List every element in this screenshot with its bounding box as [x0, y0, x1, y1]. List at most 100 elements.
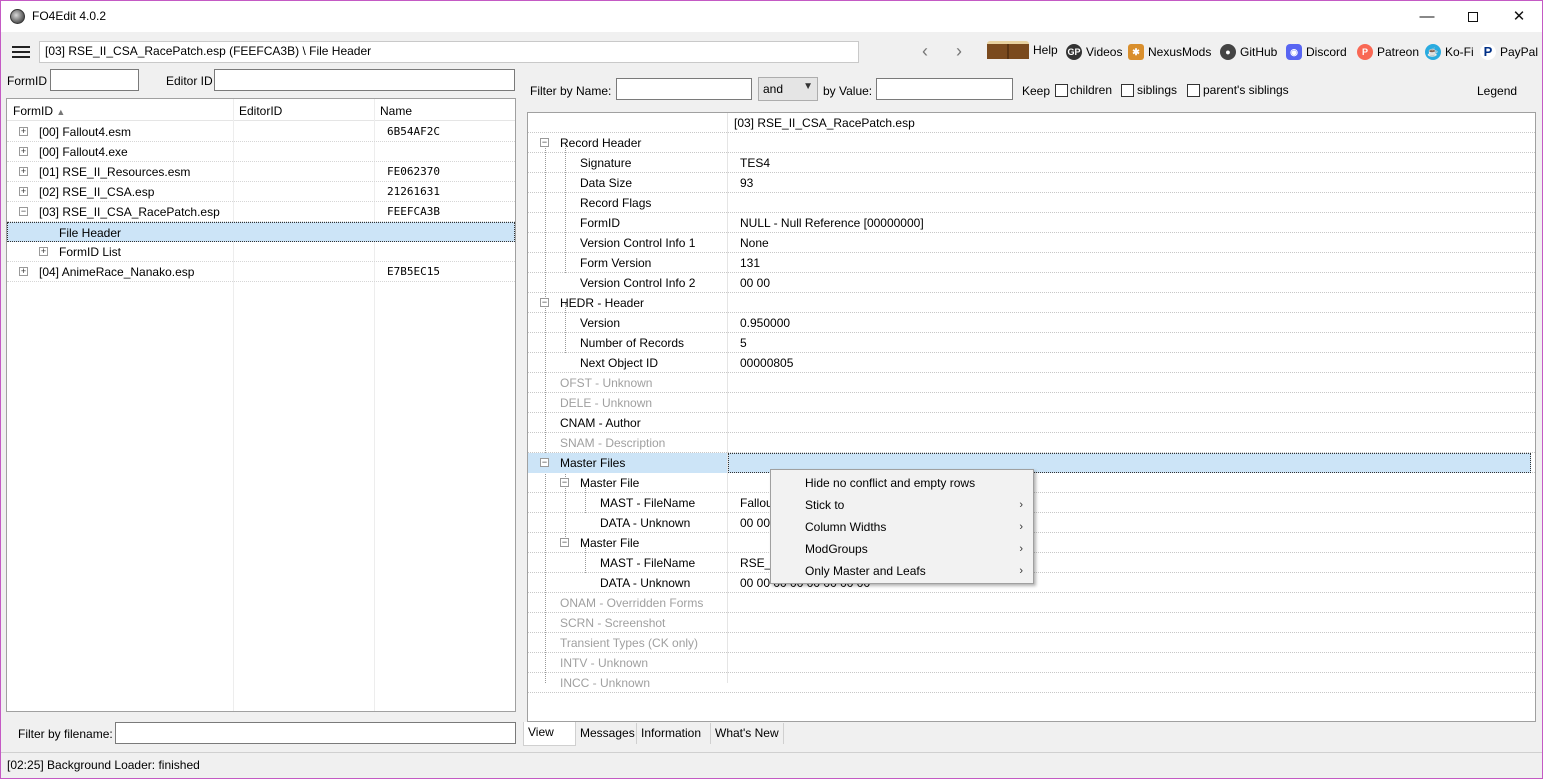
minimize-button[interactable]: —	[1404, 1, 1450, 32]
grid-row[interactable]: Form Version 131	[528, 253, 1535, 273]
menu-item-column-widths[interactable]: Column Widths ›	[771, 516, 1033, 538]
menu-item-stick-to[interactable]: Stick to ›	[771, 494, 1033, 516]
collapse-icon[interactable]: −	[540, 138, 549, 147]
close-button[interactable]: ✕	[1496, 1, 1542, 32]
nexusmods-icon: ✱	[1128, 44, 1144, 60]
column-editorid[interactable]: EditorID	[239, 104, 282, 118]
patreon-link[interactable]: P Patreon	[1357, 44, 1419, 60]
grid-row[interactable]: INCC - Unknown	[528, 673, 1535, 693]
legend-button[interactable]: Legend	[1477, 84, 1517, 98]
collapse-icon[interactable]: −	[540, 298, 549, 307]
grid-row[interactable]: Data Size 93	[528, 173, 1535, 193]
expand-icon[interactable]: +	[19, 167, 28, 176]
expand-icon[interactable]: +	[19, 187, 28, 196]
navigation-path[interactable]: [03] RSE_II_CSA_RacePatch.esp (FEEFCA3B)…	[39, 41, 859, 63]
grid-row[interactable]: Transient Types (CK only)	[528, 633, 1535, 653]
nexusmods-link[interactable]: ✱ NexusMods	[1128, 44, 1211, 60]
siblings-label: siblings	[1137, 83, 1178, 97]
grid-row[interactable]: − Record Header	[528, 133, 1535, 153]
grid-row[interactable]: ONAM - Overridden Forms	[528, 593, 1535, 613]
column-formid[interactable]: FormID ▲	[13, 104, 65, 118]
collapse-icon[interactable]: −	[560, 538, 569, 547]
grid-row[interactable]: INTV - Unknown	[528, 653, 1535, 673]
collapse-icon[interactable]: −	[540, 458, 549, 467]
formid-label: FormID	[7, 74, 47, 88]
grid-row[interactable]: DELE - Unknown	[528, 393, 1535, 413]
tab-view[interactable]: View	[523, 722, 576, 746]
videos-link[interactable]: GP Videos	[1066, 44, 1122, 60]
discord-icon: ◉	[1286, 44, 1302, 60]
tree-row-selected[interactable]: File Header	[7, 222, 515, 242]
tree-row[interactable]: + [00] Fallout4.esm 6B54AF2C	[7, 122, 515, 142]
filter-name-input[interactable]	[616, 78, 752, 100]
grid-row[interactable]: SCRN - Screenshot	[528, 613, 1535, 633]
github-link[interactable]: ● GitHub	[1220, 44, 1277, 60]
back-arrow-icon[interactable]: ‹	[922, 41, 928, 62]
grid-row[interactable]: Version Control Info 2 00 00	[528, 273, 1535, 293]
record-view-grid[interactable]: [03] RSE_II_CSA_RacePatch.esp − Record H…	[527, 112, 1536, 722]
tree-row[interactable]: + [01] RSE_II_Resources.esm FE062370	[7, 162, 515, 182]
formid-input[interactable]	[50, 69, 139, 91]
parents-siblings-checkbox[interactable]	[1187, 84, 1200, 97]
grid-row[interactable]: CNAM - Author	[528, 413, 1535, 433]
filter-value-input[interactable]	[876, 78, 1013, 100]
grid-row[interactable]: − HEDR - Header	[528, 293, 1535, 313]
grid-row[interactable]: Version 0.950000	[528, 313, 1535, 333]
maximize-icon	[1468, 12, 1478, 23]
editorid-label: Editor ID	[166, 74, 213, 88]
plugin-tree[interactable]: FormID ▲ EditorID Name + [00] Fallout4.e…	[6, 98, 516, 712]
window-title: FO4Edit 4.0.2	[32, 9, 107, 23]
grid-row[interactable]: Number of Records 5	[528, 333, 1535, 353]
grid-row[interactable]: Version Control Info 1 None	[528, 233, 1535, 253]
tree-row[interactable]: + [04] AnimeRace_Nanako.esp E7B5EC15	[7, 262, 515, 282]
grid-row[interactable]: SNAM - Description	[528, 433, 1535, 453]
menu-item-modgroups[interactable]: ModGroups ›	[771, 538, 1033, 560]
discord-link[interactable]: ◉ Discord	[1286, 44, 1347, 60]
kofi-link[interactable]: ☕ Ko-Fi	[1425, 44, 1474, 60]
column-header-plugin: [03] RSE_II_CSA_RacePatch.esp	[734, 116, 915, 130]
chevron-down-icon: ▼	[803, 81, 813, 92]
filter-operator-select[interactable]: and ▼	[758, 77, 818, 101]
sort-asc-icon: ▲	[56, 107, 66, 117]
tree-row[interactable]: + [02] RSE_II_CSA.esp 21261631	[7, 182, 515, 202]
keep-label: Keep	[1022, 84, 1051, 98]
tree-row[interactable]: + FormID List	[7, 242, 515, 262]
book-icon	[987, 41, 1029, 59]
column-name[interactable]: Name	[380, 104, 412, 118]
parents-siblings-label: parent's siblings	[1203, 83, 1289, 97]
grid-row[interactable]: Next Object ID 00000805	[528, 353, 1535, 373]
filter-filename-input[interactable]	[115, 722, 516, 744]
siblings-checkbox[interactable]	[1121, 84, 1134, 97]
expand-icon[interactable]: +	[19, 267, 28, 276]
menu-icon[interactable]	[12, 46, 30, 61]
tab-information[interactable]: Information	[637, 723, 711, 744]
grid-row[interactable]: OFST - Unknown	[528, 373, 1535, 393]
patreon-icon: P	[1357, 44, 1373, 60]
expand-icon[interactable]: +	[39, 247, 48, 256]
filter-value-label: by Value:	[823, 84, 873, 98]
grid-row[interactable]: FormID NULL - Null Reference [00000000]	[528, 213, 1535, 233]
menu-item-hide-no-conflict[interactable]: Hide no conflict and empty rows	[771, 472, 1033, 494]
tab-messages[interactable]: Messages	[576, 723, 637, 744]
app-window: FO4Edit 4.0.2 — ✕ [03] RSE_II_CSA_RacePa…	[0, 0, 1543, 779]
grid-row[interactable]: Record Flags	[528, 193, 1535, 213]
forward-arrow-icon[interactable]: ›	[956, 41, 962, 62]
kofi-icon: ☕	[1425, 44, 1441, 60]
tree-row[interactable]: − [03] RSE_II_CSA_RacePatch.esp FEEFCA3B	[7, 202, 515, 222]
grid-row[interactable]: Signature TES4	[528, 153, 1535, 173]
paypal-link[interactable]: P PayPal	[1480, 44, 1538, 60]
expand-icon[interactable]: +	[19, 127, 28, 136]
bottom-tabs: View Messages Information What's New	[523, 722, 1542, 746]
status-bar: [02:25] Background Loader: finished	[1, 752, 1542, 778]
editorid-input[interactable]	[214, 69, 515, 91]
help-link[interactable]: Help	[987, 41, 1058, 59]
menu-item-only-master-leafs[interactable]: Only Master and Leafs ›	[771, 560, 1033, 582]
grid-header-row: [03] RSE_II_CSA_RacePatch.esp	[528, 113, 1535, 133]
expand-icon[interactable]: +	[19, 147, 28, 156]
collapse-icon[interactable]: −	[560, 478, 569, 487]
collapse-icon[interactable]: −	[19, 207, 28, 216]
maximize-button[interactable]	[1450, 1, 1496, 32]
tree-row[interactable]: + [00] Fallout4.exe	[7, 142, 515, 162]
children-checkbox[interactable]	[1055, 84, 1068, 97]
tab-whats-new[interactable]: What's New	[711, 723, 784, 744]
